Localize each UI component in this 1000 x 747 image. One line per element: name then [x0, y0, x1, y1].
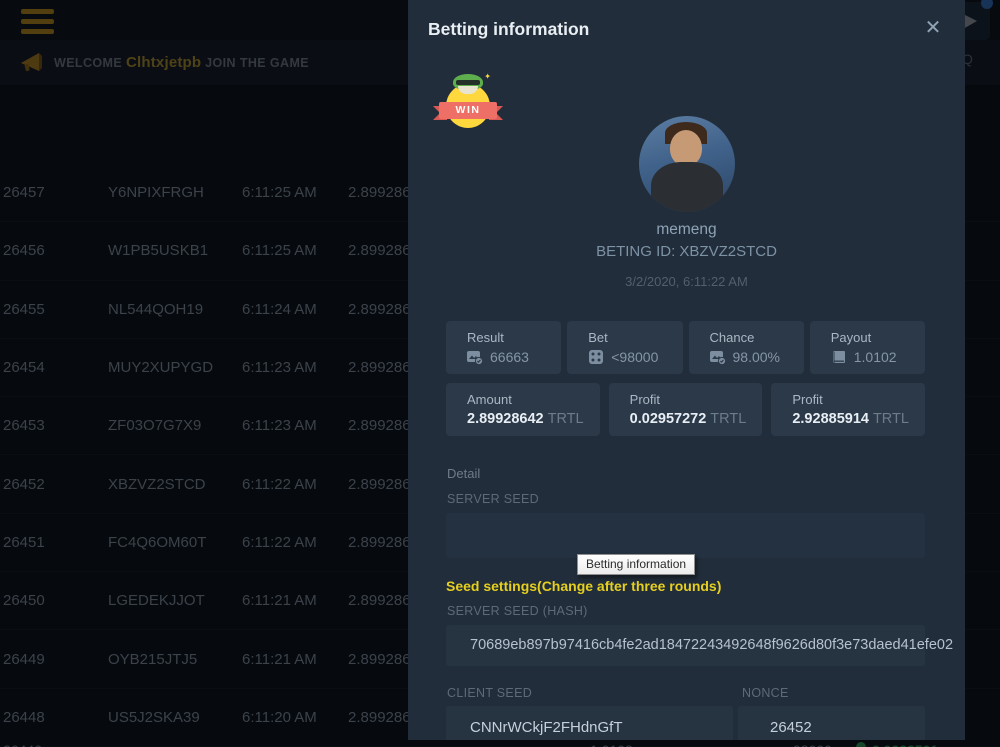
server-seed-hash-field[interactable]: 70689eb897b97416cb4fe2ad18472243492648f9… — [446, 625, 925, 666]
currency-label: TRTL — [548, 411, 584, 427]
win-badge-icon: ✦ WIN — [439, 72, 497, 130]
nonce-field[interactable]: 26452 — [738, 706, 925, 740]
stat-bet: Bet <98000 — [567, 321, 682, 374]
bet-timestamp: 3/2/2020, 6:11:22 AM — [408, 274, 965, 289]
stats-row-1: Result 66663 Bet — [446, 321, 925, 374]
client-seed-label: CLIENT SEED — [447, 686, 532, 700]
stat-value: 0.02957272 — [630, 411, 707, 427]
server-seed-field[interactable] — [446, 513, 925, 558]
image-check-icon — [710, 350, 726, 365]
stat-value: 66663 — [490, 349, 529, 365]
stat-value: 2.92885914 — [792, 411, 869, 427]
stat-payout: Payout 1.0102 — [810, 321, 925, 374]
avatar — [639, 116, 735, 212]
close-icon[interactable]: ✕ — [921, 16, 945, 40]
nonce-label: NONCE — [742, 686, 789, 700]
stat-value: <98000 — [611, 349, 658, 365]
stat-profit-1: Profit 0.02957272TRTL — [609, 383, 763, 436]
stat-chance: Chance 98.00% — [689, 321, 804, 374]
stat-value: 98.00% — [733, 349, 780, 365]
server-seed-label: SERVER SEED — [447, 492, 539, 506]
tooltip: Betting information — [577, 554, 695, 575]
player-name: memeng — [408, 221, 965, 239]
stat-result: Result 66663 — [446, 321, 561, 374]
stat-amount: Amount 2.89928642TRTL — [446, 383, 600, 436]
dice-icon — [588, 349, 604, 365]
book-icon — [831, 350, 847, 365]
win-ribbon: WIN — [439, 102, 497, 119]
seed-settings-heading: Seed settings(Change after three rounds) — [446, 578, 721, 594]
stat-value: 2.89928642 — [467, 411, 544, 427]
currency-label: TRTL — [873, 411, 909, 427]
frog-icon — [453, 74, 483, 90]
betting-information-modal: Betting information ✕ ✦ WIN memeng BETIN… — [408, 0, 965, 740]
stat-profit-2: Profit 2.92885914TRTL — [771, 383, 925, 436]
server-seed-hash-label: SERVER SEED (HASH) — [447, 604, 588, 618]
image-check-icon — [467, 350, 483, 365]
stat-value: 1.0102 — [854, 349, 897, 365]
betting-id: BETING ID: XBZVZ2STCD — [408, 243, 965, 260]
stats-row-2: Amount 2.89928642TRTL Profit 0.02957272T… — [446, 383, 925, 436]
client-seed-field[interactable]: CNNrWCkjF2FHdnGfT — [446, 706, 733, 740]
modal-title: Betting information — [428, 19, 589, 40]
currency-label: TRTL — [710, 411, 746, 427]
detail-label: Detail — [447, 466, 480, 481]
